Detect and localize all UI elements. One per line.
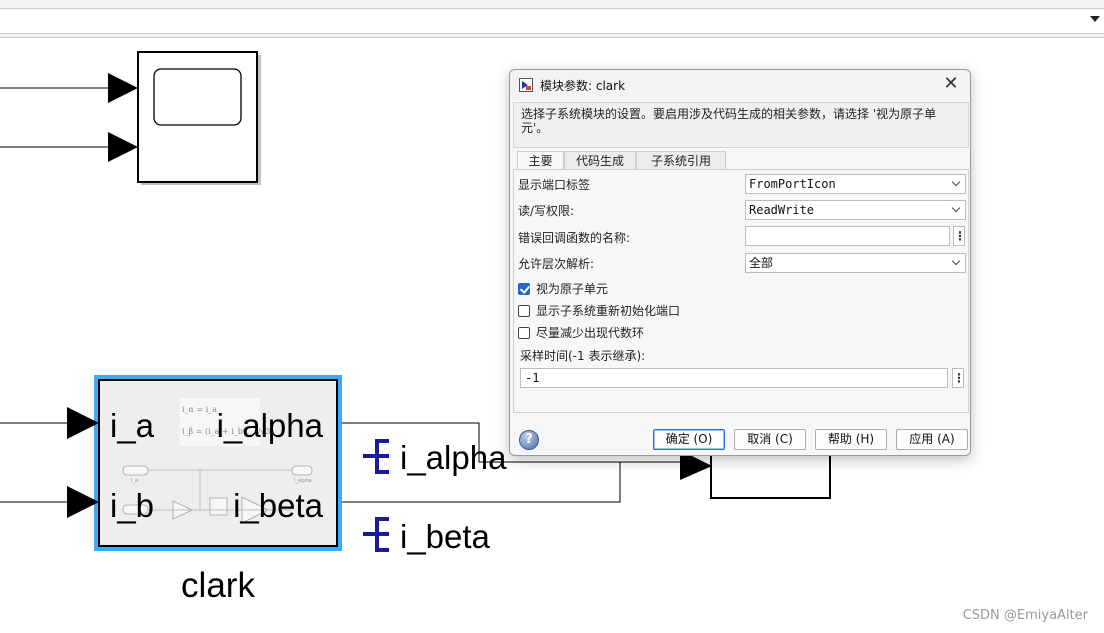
input-error-callback[interactable] xyxy=(745,226,950,246)
select-read-write-value: ReadWrite xyxy=(749,203,815,217)
downstream-block[interactable] xyxy=(710,452,831,499)
dialog-description: 选择子系统模块的设置。要启用涉及代码生成的相关参数，请选择 '视为原子单元'。 xyxy=(513,102,969,148)
port-label-i-alpha: i_alpha xyxy=(217,407,324,444)
select-permit-hierarchical-value: 全部 xyxy=(749,256,774,270)
inner-label-a: i_a xyxy=(131,478,138,484)
label-sample-time: 采样时间(-1 表示继承): xyxy=(520,349,646,363)
goto-label-i-alpha: i_alpha xyxy=(400,439,507,476)
scope-block[interactable] xyxy=(137,51,261,185)
input-sample-time[interactable]: -1 xyxy=(520,368,948,388)
simulink-icon xyxy=(519,78,533,92)
apply-button[interactable]: 应用 (A) xyxy=(896,429,968,450)
dialog-titlebar[interactable]: 模块参数: clark ✕ xyxy=(510,70,970,100)
watermark: CSDN @EmiyaAlter xyxy=(962,608,1088,623)
model-path-combo[interactable] xyxy=(0,8,1104,34)
port-label-i-beta: i_beta xyxy=(233,487,324,524)
clark-input-lines xyxy=(0,407,99,518)
chevron-down-icon xyxy=(951,256,961,266)
label-permit-hierarchical: 允许层次解析: xyxy=(518,257,595,271)
scope-input-lines xyxy=(0,73,138,162)
tab-code-generation[interactable]: 代码生成 xyxy=(564,151,636,170)
block-name-clark[interactable]: clark xyxy=(181,566,255,605)
dialog-tabs: 主要 代码生成 子系统引用 xyxy=(513,151,969,170)
checkbox-minimize-loops-label: 尽量减少出现代数环 xyxy=(536,326,645,340)
label-error-callback: 错误回调函数的名称: xyxy=(518,231,631,245)
ok-button[interactable]: 确定 (O) xyxy=(653,429,725,450)
checkbox-minimize-loops[interactable]: 尽量减少出现代数环 xyxy=(518,324,644,341)
cancel-button[interactable]: 取消 (C) xyxy=(734,429,806,450)
checkbox-checked-icon[interactable] xyxy=(518,283,530,295)
chevron-down-icon xyxy=(951,203,961,213)
checkbox-treat-as-atomic-label: 视为原子单元 xyxy=(536,282,609,296)
more-options-icon[interactable]: ⋮ xyxy=(952,368,965,388)
checkbox-show-reinit-port-label: 显示子系统重新初始化端口 xyxy=(536,304,681,318)
help-button[interactable]: 帮助 (H) xyxy=(815,429,887,450)
goto-tag-i-beta[interactable]: i_beta xyxy=(363,517,491,555)
main-tab-panel: 显示端口标签 FromPortIcon 读/写权限: ReadWrite 错误回… xyxy=(513,169,969,413)
goto-tag-i-alpha[interactable]: i_alpha xyxy=(363,439,507,476)
help-question-icon[interactable]: ? xyxy=(519,430,539,450)
checkbox-unchecked-icon[interactable] xyxy=(518,327,530,339)
more-options-icon[interactable]: ⋮ xyxy=(953,226,966,246)
checkbox-treat-as-atomic[interactable]: 视为原子单元 xyxy=(518,280,608,297)
checkbox-unchecked-icon[interactable] xyxy=(518,305,530,317)
select-permit-hierarchical[interactable]: 全部 xyxy=(745,253,966,273)
toolbar xyxy=(0,0,1104,38)
inner-label-alpha: i_alpha xyxy=(294,478,312,484)
chevron-down-icon[interactable] xyxy=(1090,16,1100,22)
select-show-port-labels-value: FromPortIcon xyxy=(749,177,836,191)
label-read-write: 读/写权限: xyxy=(518,204,575,218)
clark-subsystem-block[interactable]: i_α = i_a i_β = (i_a + i_b*...)/√3 i_a i… xyxy=(94,375,342,551)
inner-eq-alpha: i_α = i_a xyxy=(182,405,217,414)
dialog-title: 模块参数: clark xyxy=(540,79,626,93)
port-label-i-b: i_b xyxy=(110,487,154,524)
label-show-port-labels: 显示端口标签 xyxy=(518,178,591,192)
chevron-down-icon xyxy=(951,177,961,187)
port-label-i-a: i_a xyxy=(110,407,155,444)
block-parameters-dialog[interactable]: 模块参数: clark ✕ 选择子系统模块的设置。要启用涉及代码生成的相关参数，… xyxy=(509,69,971,456)
tab-main[interactable]: 主要 xyxy=(517,151,564,170)
tab-subsystem-reference[interactable]: 子系统引用 xyxy=(636,151,726,170)
select-show-port-labels[interactable]: FromPortIcon xyxy=(745,174,966,194)
goto-label-i-beta: i_beta xyxy=(400,518,491,555)
close-icon[interactable]: ✕ xyxy=(940,73,962,95)
select-read-write[interactable]: ReadWrite xyxy=(745,200,966,220)
checkbox-show-reinit-port[interactable]: 显示子系统重新初始化端口 xyxy=(518,302,680,319)
